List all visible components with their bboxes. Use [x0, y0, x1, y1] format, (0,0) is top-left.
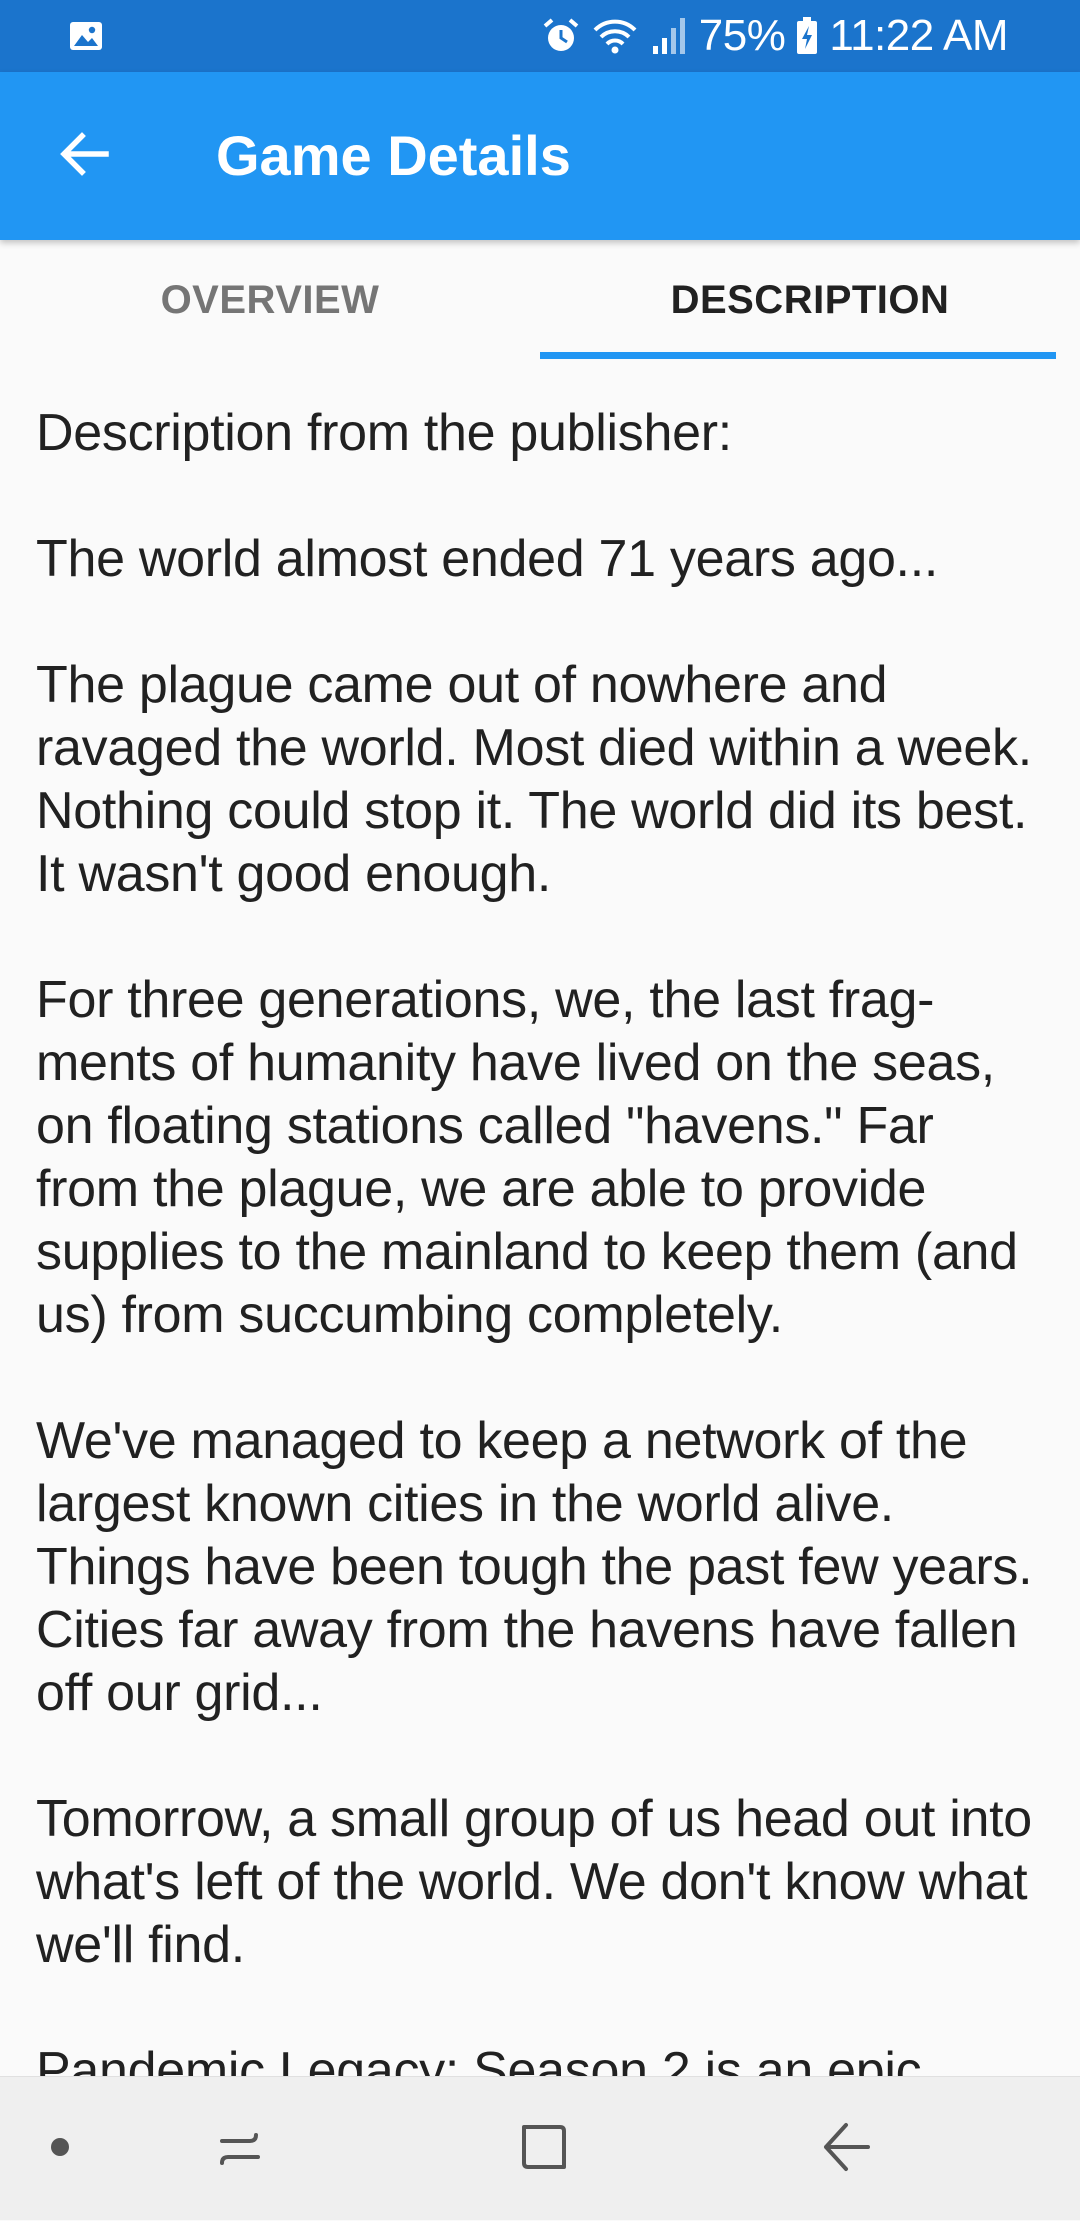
home-icon — [516, 2119, 572, 2180]
battery-percent: 75% — [698, 11, 786, 60]
description-paragraph: For three generations, we, the last frag… — [36, 971, 1018, 1344]
description-paragraph: The plague came out of nowhere and ravag… — [36, 656, 1032, 903]
description-paragraph: Pandemic Legacy: Season 2 is an epic — [36, 2042, 922, 2076]
back-button[interactable] — [40, 112, 128, 200]
status-time: 11:22 AM — [829, 11, 1008, 60]
home-button[interactable] — [494, 2077, 594, 2221]
description-paragraph: Tomorrow, a small group of us head out i… — [36, 1790, 1032, 1974]
recent-apps-icon — [212, 2119, 268, 2180]
nav-back-button[interactable] — [796, 2077, 896, 2221]
description-paragraph: We've managed to keep a network of the l… — [36, 1412, 1033, 1722]
page-title: Game Details — [216, 124, 571, 187]
arrow-back-icon — [56, 126, 112, 187]
tab-bar: OVERVIEW DESCRIPTION — [0, 240, 1080, 360]
app-bar: Game Details — [0, 72, 1080, 240]
signal-icon — [649, 16, 689, 56]
description-paragraph: Description from the publisher: — [36, 404, 732, 462]
navigation-bar — [0, 2076, 1080, 2220]
nav-dot-button[interactable] — [20, 2077, 100, 2221]
back-icon — [818, 2119, 874, 2180]
status-right: 75% 11:22 AM — [541, 0, 1008, 72]
wifi-icon — [591, 16, 639, 56]
dot-icon — [48, 2135, 72, 2164]
alarm-icon — [541, 16, 581, 56]
tab-indicator — [540, 352, 1056, 359]
battery-charging-icon — [795, 16, 819, 56]
recent-apps-button[interactable] — [190, 2077, 290, 2221]
description-content[interactable]: Description from the publisher: The worl… — [0, 360, 1080, 2076]
tab-description[interactable]: DESCRIPTION — [540, 240, 1080, 360]
tab-overview[interactable]: OVERVIEW — [0, 240, 540, 360]
image-notification-icon — [68, 18, 104, 54]
status-bar: 75% 11:22 AM — [0, 0, 1080, 72]
description-paragraph: The world almost ended 71 years ago... — [36, 530, 939, 588]
